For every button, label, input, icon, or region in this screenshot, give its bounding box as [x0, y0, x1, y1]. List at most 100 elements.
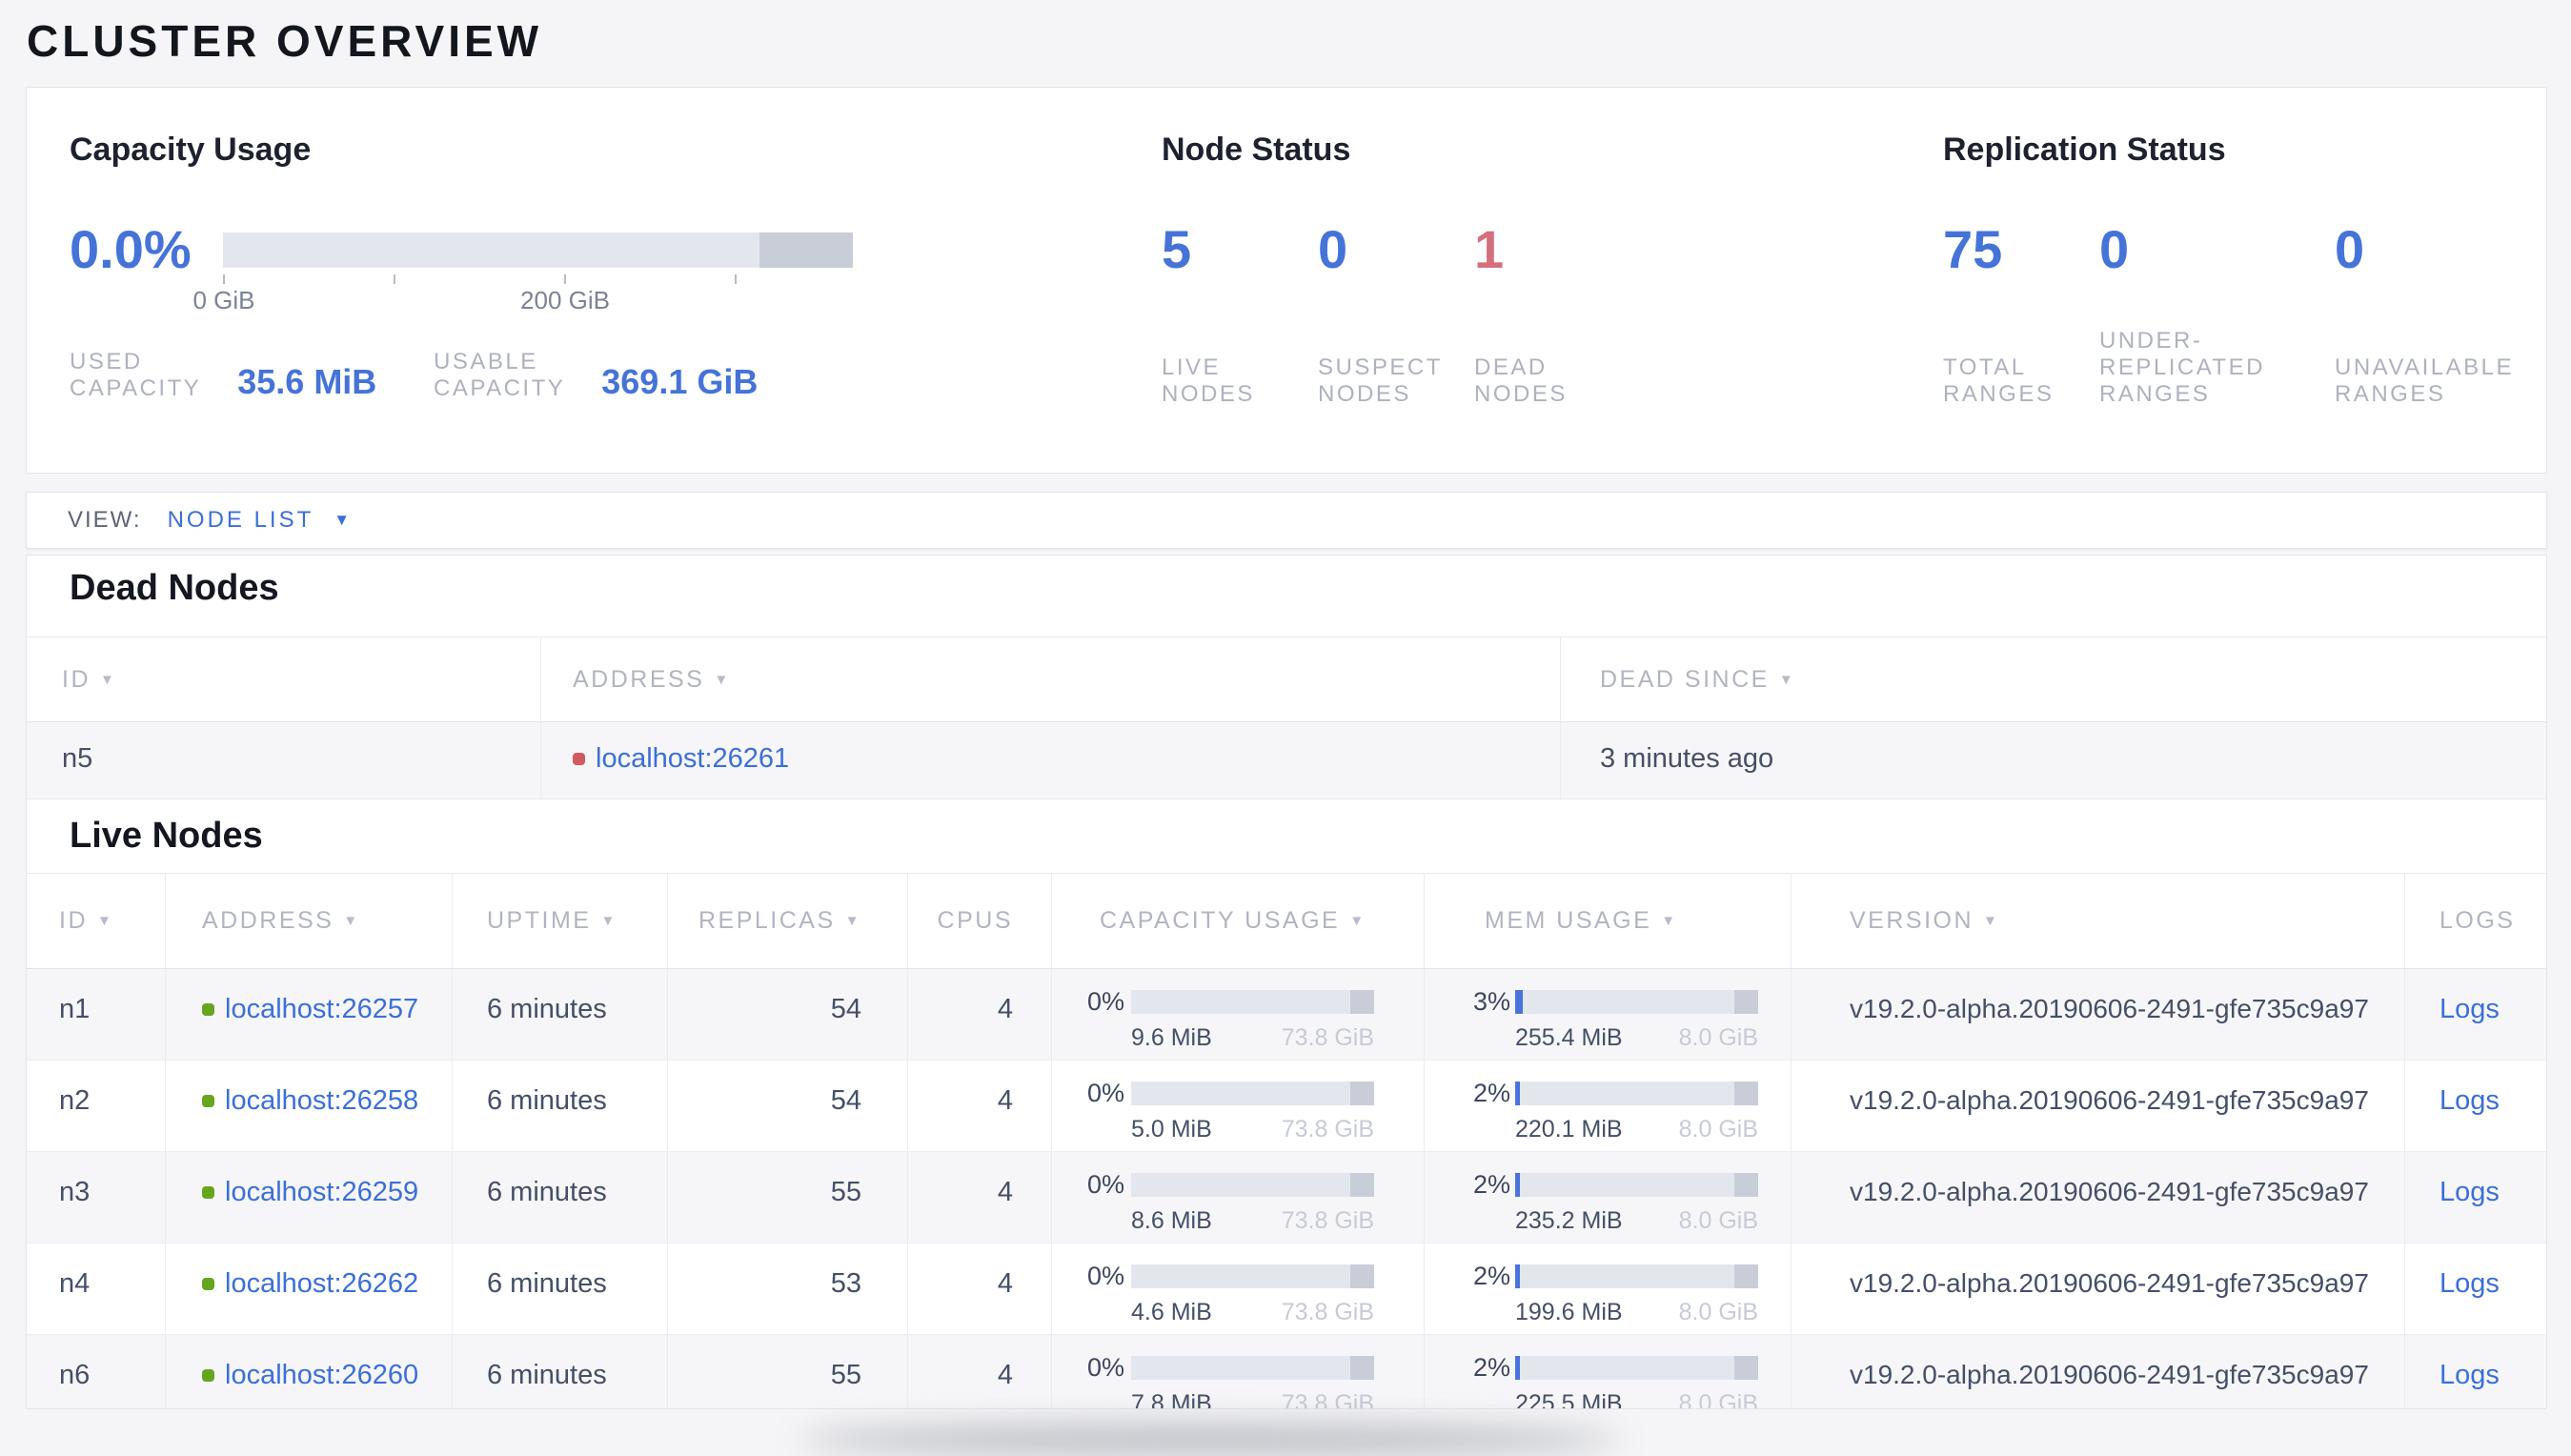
cluster-summary-card: Capacity Usage 0.0% 0 GiB 200 GiB USED C… — [26, 87, 2547, 474]
capacity-usage-cell: 0% 8.6 MiB 73.8 GiB — [1051, 1152, 1424, 1243]
label-line: RANGES — [2335, 381, 2446, 407]
node-address-cell: localhost:26259 — [165, 1152, 452, 1243]
mem-used-value: 225.5 MiB — [1515, 1390, 1623, 1408]
label-line: USABLE — [434, 349, 538, 374]
table-row: n3 localhost:26259 6 minutes 55 4 0% 8.6… — [27, 1152, 2546, 1244]
live-nodes-stat: 5 LIVE NODES — [1162, 223, 1252, 408]
view-dropdown-value[interactable]: NODE LIST — [168, 507, 314, 534]
suspect-nodes-count: 0 — [1318, 219, 1348, 279]
capacity-other-segment — [759, 233, 853, 268]
live-status-dot-icon — [202, 1186, 214, 1199]
under-replicated-count: 0 — [2099, 219, 2130, 279]
logs-link[interactable]: Logs — [2439, 994, 2500, 1024]
version-cell: v19.2.0-alpha.20190606-2491-gfe735c9a97 — [1791, 1244, 2404, 1334]
sort-arrow-icon: ▼ — [1349, 913, 1366, 929]
mem-usage-cell: 2% 235.2 MiB 8.0 GiB — [1424, 1152, 1791, 1243]
usable-capacity-value: 369.1 GiB — [601, 362, 759, 401]
dead-nodes-stat: 1 DEAD NODES — [1474, 223, 1565, 408]
capacity-usage-heading: Capacity Usage — [70, 131, 312, 168]
capacity-used-value: 4.6 MiB — [1131, 1299, 1212, 1325]
node-address-link[interactable]: localhost:26258 — [225, 1085, 418, 1117]
column-header-address[interactable]: ADDRESS ▼ — [540, 637, 1560, 721]
uptime-cell: 6 minutes — [452, 1152, 667, 1243]
usable-capacity-stat: USABLE CAPACITY 369.1 GiB — [434, 349, 758, 402]
column-header-dead-since[interactable]: DEAD SINCE ▼ — [1560, 637, 2546, 721]
column-header-cpus: CPUS — [907, 874, 1051, 968]
used-capacity-value: 35.6 MiB — [237, 362, 377, 401]
mem-usage-cell: 2% 225.5 MiB 8.0 GiB — [1424, 1335, 1791, 1408]
live-nodes-label: LIVE NODES — [1162, 354, 1255, 408]
capacity-used-value: 8.6 MiB — [1131, 1207, 1212, 1234]
replicas-cell: 54 — [667, 1061, 907, 1151]
logs-cell: Logs — [2404, 1152, 2546, 1243]
table-row: n1 localhost:26257 6 minutes 54 4 0% 9.6… — [27, 969, 2546, 1061]
sort-arrow-icon: ▼ — [844, 913, 861, 929]
total-ranges-label: TOTAL RANGES — [1943, 354, 2054, 408]
node-id-cell: n5 — [62, 743, 93, 774]
logs-link[interactable]: Logs — [2439, 1177, 2500, 1207]
capacity-bar — [1131, 1082, 1374, 1105]
dead-nodes-table-header: ID ▼ ADDRESS ▼ DEAD SINCE ▼ — [27, 637, 2546, 722]
live-status-dot-icon — [202, 1369, 214, 1382]
replicas-cell: 53 — [667, 1244, 907, 1334]
column-header-mem-usage[interactable]: MEM USAGE ▼ — [1424, 874, 1791, 968]
column-header-address[interactable]: ADDRESS ▼ — [165, 874, 452, 968]
label-line: CAPACITY — [70, 375, 202, 401]
suspect-nodes-stat: 0 SUSPECT NODES — [1318, 219, 1440, 408]
logs-link[interactable]: Logs — [2439, 1268, 2500, 1299]
axis-tick-label: 0 GiB — [192, 286, 255, 314]
cpus-cell: 4 — [907, 1152, 1051, 1243]
mem-used-value: 235.2 MiB — [1515, 1207, 1623, 1234]
cpus-cell: 4 — [907, 969, 1051, 1060]
column-header-label: ADDRESS — [202, 907, 334, 934]
capacity-bar — [1131, 990, 1374, 1014]
axis-tick — [735, 274, 737, 284]
column-header-label: CPUS — [937, 907, 1013, 934]
view-dropdown[interactable]: NODE LIST ▼ — [168, 507, 351, 534]
capacity-other-segment — [1349, 1173, 1374, 1197]
mem-bar — [1515, 1264, 1758, 1288]
node-address-link[interactable]: localhost:26257 — [225, 994, 418, 1025]
label-line: REPLICATED — [2099, 354, 2265, 380]
dead-nodes-label: DEAD NODES — [1474, 354, 1568, 408]
sort-arrow-icon: ▼ — [600, 913, 617, 929]
node-address-link[interactable]: localhost:26262 — [225, 1268, 418, 1300]
node-id-cell: n3 — [59, 1177, 91, 1207]
column-header-id[interactable]: ID ▼ — [27, 637, 540, 721]
capacity-used-percent: 0.0% — [70, 219, 192, 279]
used-capacity-stat: USED CAPACITY 35.6 MiB — [70, 349, 376, 402]
node-address-link[interactable]: localhost:26261 — [596, 743, 789, 775]
node-address-link[interactable]: localhost:26260 — [225, 1360, 418, 1391]
column-header-version[interactable]: VERSION ▼ — [1791, 874, 2404, 968]
sort-arrow-icon: ▼ — [714, 671, 731, 688]
column-header-replicas[interactable]: REPLICAS ▼ — [667, 874, 907, 968]
mem-total-value: 8.0 GiB — [1678, 1299, 1758, 1325]
capacity-total-value: 73.8 GiB — [1281, 1116, 1374, 1143]
dead-since-cell: 3 minutes ago — [1560, 722, 2546, 799]
under-replicated-label: UNDER- REPLICATED RANGES — [2099, 328, 2265, 408]
label-line: DEAD — [1474, 354, 1548, 380]
axis-tick — [223, 274, 225, 284]
column-header-label: VERSION — [1850, 907, 1974, 934]
live-status-dot-icon — [202, 1003, 214, 1016]
column-header-uptime[interactable]: UPTIME ▼ — [452, 874, 667, 968]
node-address-cell: localhost:26257 — [165, 969, 452, 1060]
replication-status-heading: Replication Status — [1943, 131, 2226, 168]
column-header-id[interactable]: ID ▼ — [27, 874, 165, 968]
mem-other-segment — [1733, 1264, 1758, 1288]
dead-nodes-section-heading: Dead Nodes — [70, 568, 279, 608]
capacity-percent: 0% — [1086, 1170, 1124, 1199]
capacity-other-segment — [1349, 1356, 1374, 1380]
column-header-capacity-usage[interactable]: CAPACITY USAGE ▼ — [1051, 874, 1424, 968]
capacity-usage-cell: 0% 9.6 MiB 73.8 GiB — [1051, 969, 1424, 1060]
capacity-usage-bar — [223, 233, 853, 268]
label-line: UNDER- — [2099, 328, 2203, 354]
capacity-total-value: 73.8 GiB — [1281, 1207, 1374, 1234]
axis-tick — [394, 274, 395, 284]
logs-link[interactable]: Logs — [2439, 1360, 2500, 1390]
logs-link[interactable]: Logs — [2439, 1085, 2500, 1116]
version-cell: v19.2.0-alpha.20190606-2491-gfe735c9a97 — [1791, 1152, 2404, 1243]
node-address-link[interactable]: localhost:26259 — [225, 1177, 418, 1208]
uptime-cell: 6 minutes — [452, 969, 667, 1060]
node-status-heading: Node Status — [1162, 131, 1351, 168]
